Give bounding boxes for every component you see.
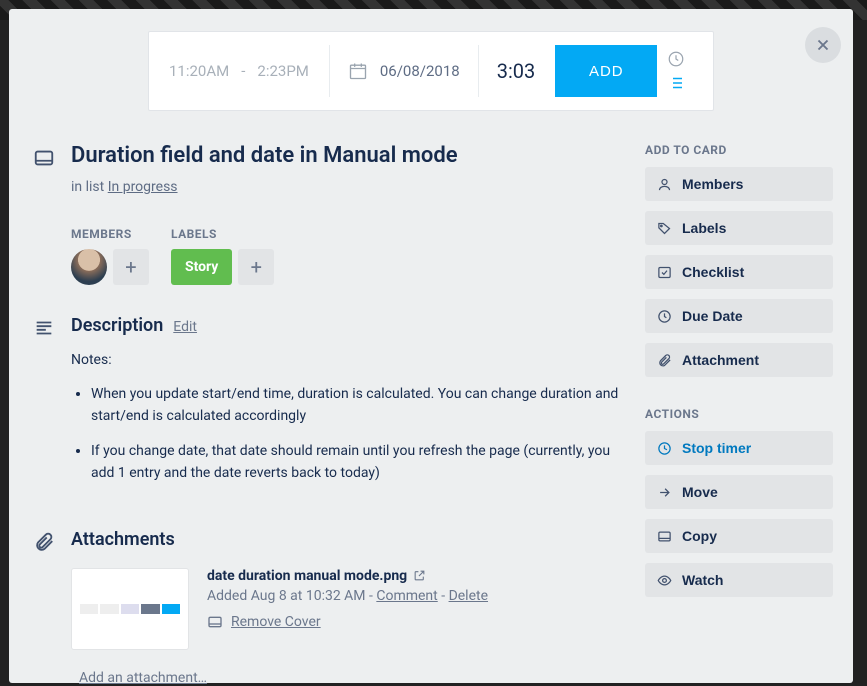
timer-separator: -: [241, 62, 245, 80]
add-label-button[interactable]: +: [238, 249, 274, 285]
member-avatar[interactable]: [71, 249, 107, 285]
label-story[interactable]: Story: [171, 249, 232, 285]
checklist-icon: [657, 265, 672, 280]
calendar-icon: [348, 61, 368, 81]
sidebar-checklist-button[interactable]: Checklist: [645, 255, 833, 289]
stop-timer-button[interactable]: Stop timer: [645, 431, 833, 465]
notes-label: Notes:: [71, 350, 627, 372]
description-edit-link[interactable]: Edit: [173, 319, 197, 335]
description-heading: Description: [71, 315, 163, 336]
card-icon: [33, 147, 57, 173]
labels-heading: LABELS: [171, 227, 274, 241]
card-icon: [657, 529, 672, 544]
timer-bar: 11:20AM - 2:23PM 06/08/2018 3:03 ADD: [148, 31, 714, 111]
attachment-item: date duration manual mode.png Added Aug …: [71, 568, 627, 650]
attachments-heading: Attachments: [71, 529, 627, 550]
actions-heading: ACTIONS: [645, 407, 833, 421]
description-icon: [33, 317, 57, 498]
attachments-icon: [33, 531, 57, 686]
watch-button[interactable]: Watch: [645, 563, 833, 597]
timer-end-time[interactable]: 2:23PM: [257, 62, 308, 80]
clock-icon: [657, 309, 672, 324]
attachment-name[interactable]: date duration manual mode.png: [207, 568, 407, 584]
card-icon: [207, 614, 223, 630]
move-button[interactable]: Move: [645, 475, 833, 509]
list-link[interactable]: In progress: [108, 179, 178, 195]
list-icon[interactable]: [667, 74, 685, 92]
tag-icon: [657, 221, 672, 236]
paperclip-icon: [657, 353, 672, 368]
description-bullet: When you update start/end time, duration…: [91, 384, 627, 427]
sidebar-labels-button[interactable]: Labels: [645, 211, 833, 245]
eye-icon: [657, 573, 672, 588]
timer-add-button[interactable]: ADD: [555, 45, 657, 97]
external-link-icon[interactable]: [413, 569, 426, 582]
user-icon: [657, 177, 672, 192]
attachment-thumbnail[interactable]: [71, 568, 189, 650]
attachment-added-text: Added Aug 8 at 10:32 AM -: [207, 588, 376, 604]
timer-duration[interactable]: 3:03: [479, 59, 554, 83]
attachment-delete-link[interactable]: Delete: [449, 588, 488, 604]
close-button[interactable]: [805, 27, 841, 63]
attachment-comment-link[interactable]: Comment: [376, 588, 437, 604]
copy-button[interactable]: Copy: [645, 519, 833, 553]
card-title[interactable]: Duration field and date in Manual mode: [71, 143, 458, 168]
add-attachment-link[interactable]: Add an attachment…: [79, 670, 207, 686]
description-body[interactable]: Notes: When you update start/end time, d…: [71, 350, 627, 484]
timer-date-value[interactable]: 06/08/2018: [380, 62, 460, 80]
remove-cover-link[interactable]: Remove Cover: [207, 614, 627, 630]
list-info: in list In progress: [71, 179, 627, 195]
add-member-button[interactable]: +: [113, 249, 149, 285]
description-bullet: If you change date, that date should rem…: [91, 441, 627, 484]
timer-start-time[interactable]: 11:20AM: [169, 62, 229, 80]
sidebar-attachment-button[interactable]: Attachment: [645, 343, 833, 377]
clock-icon[interactable]: [667, 50, 685, 68]
close-icon: [814, 36, 832, 54]
stoptimer-icon: [657, 441, 672, 456]
sidebar-members-button[interactable]: Members: [645, 167, 833, 201]
members-heading: MEMBERS: [71, 227, 149, 241]
sidebar-duedate-button[interactable]: Due Date: [645, 299, 833, 333]
card-modal: 11:20AM - 2:23PM 06/08/2018 3:03 ADD Dur…: [9, 9, 853, 683]
arrow-right-icon: [657, 485, 672, 500]
add-to-card-heading: ADD TO CARD: [645, 143, 833, 157]
